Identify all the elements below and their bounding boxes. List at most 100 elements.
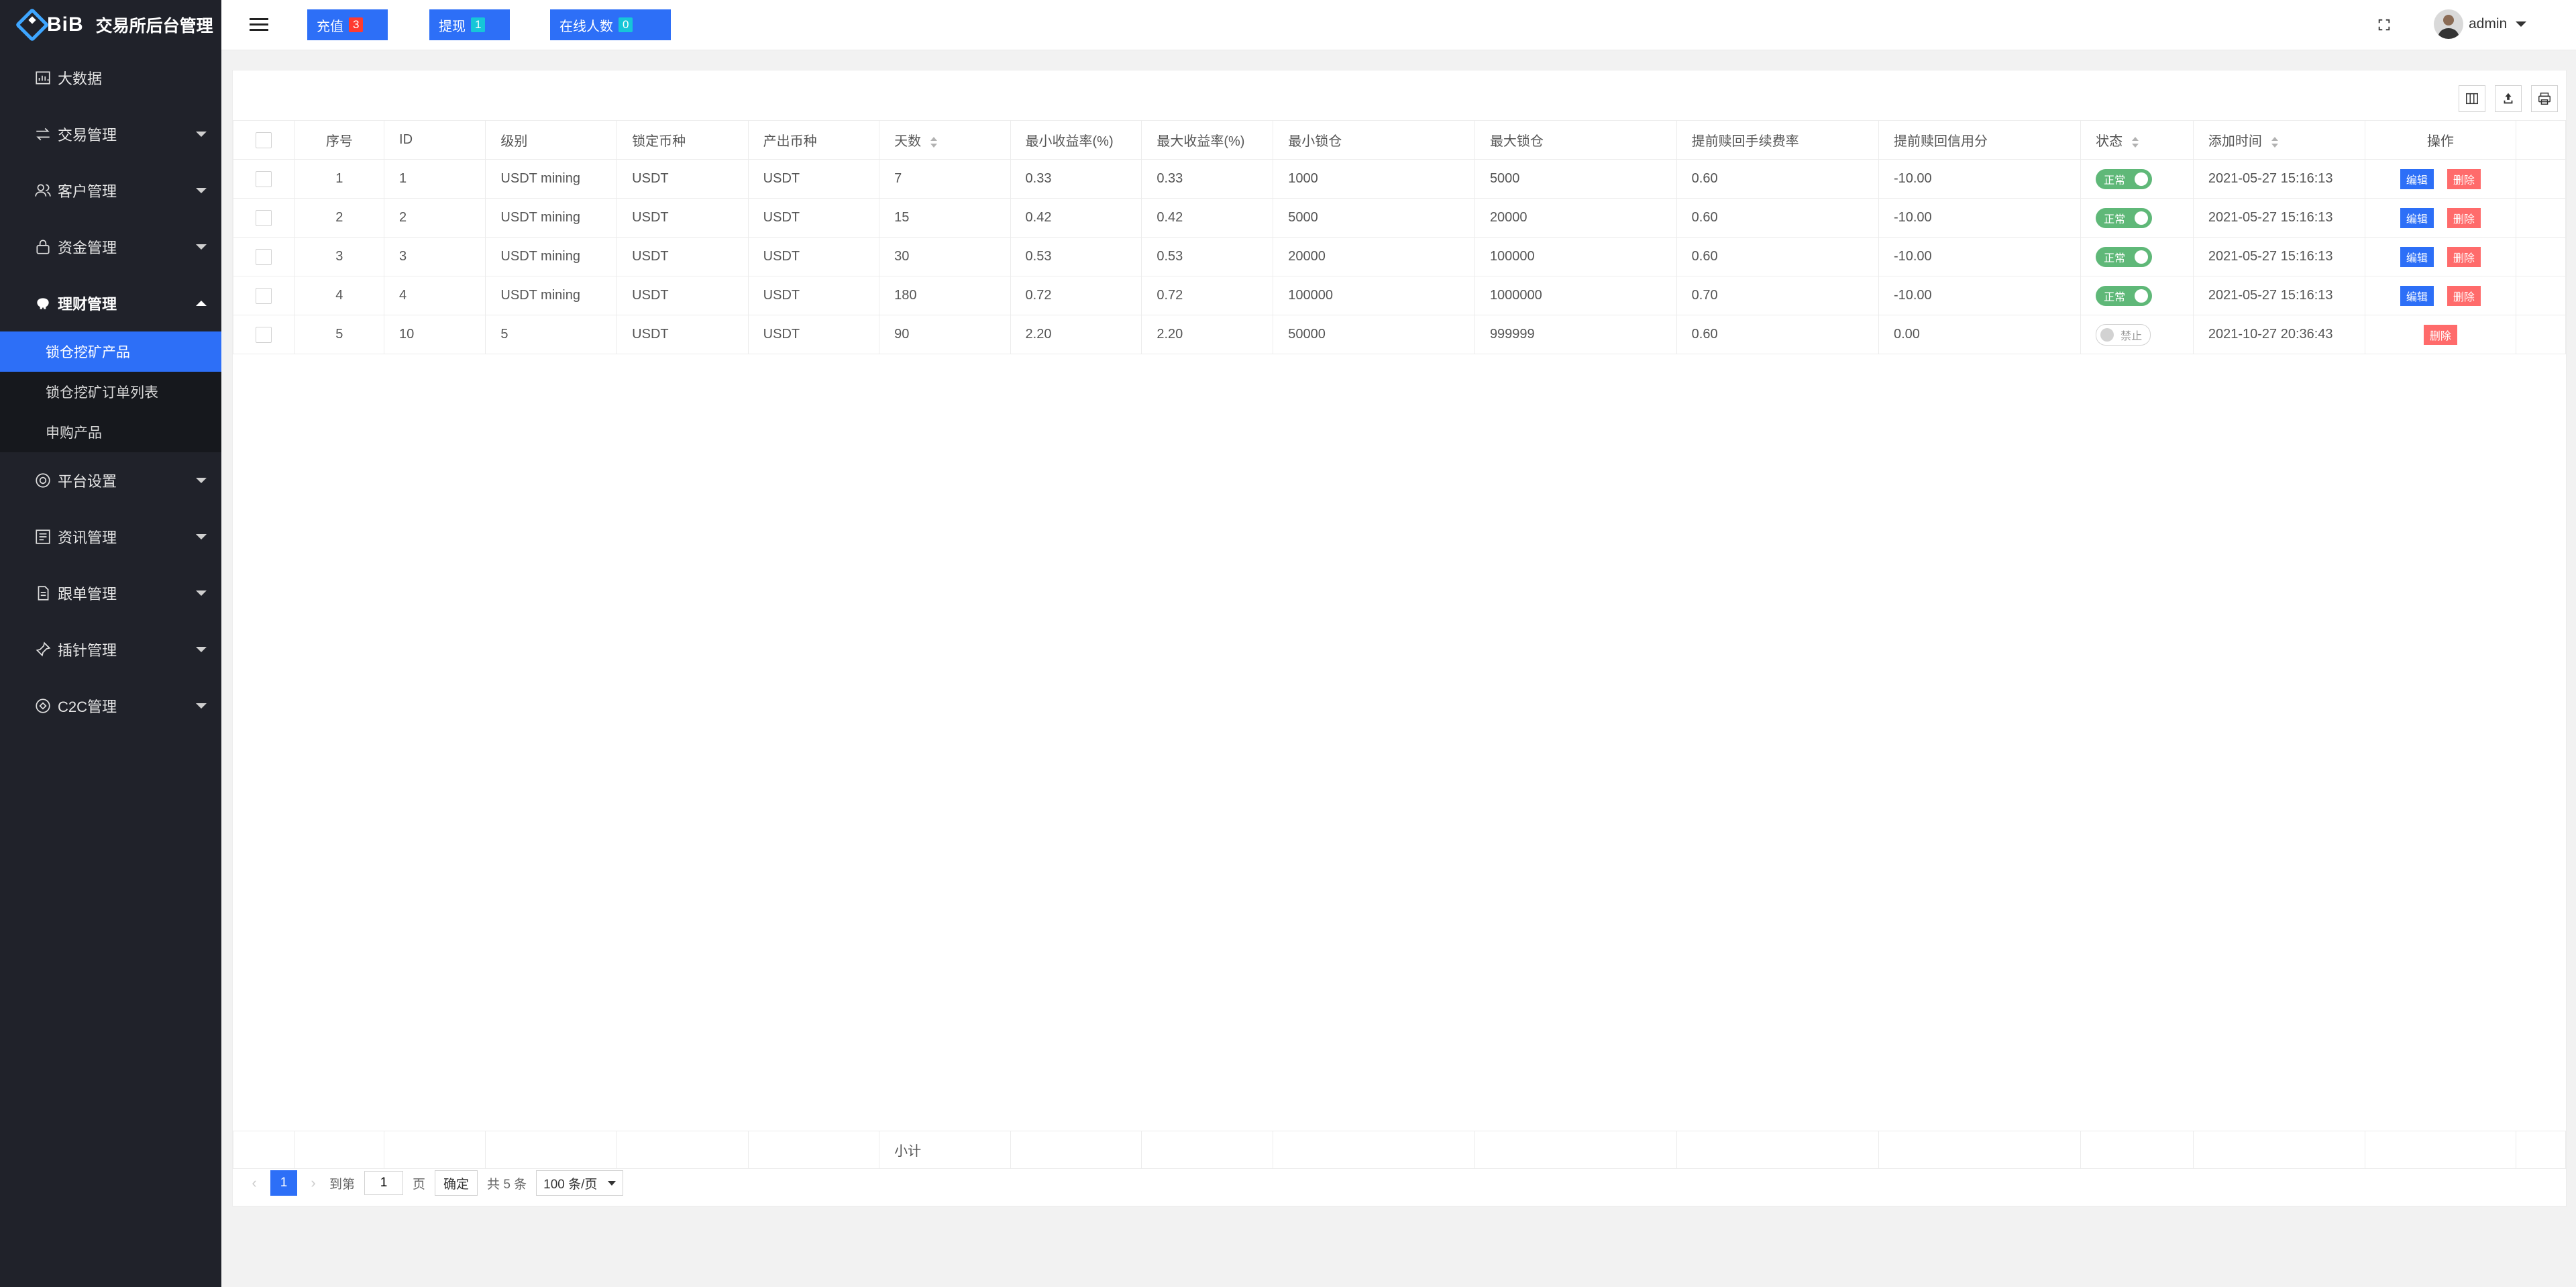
delete-button[interactable]: 删除 — [2423, 324, 2457, 345]
cell-level: USDT mining — [485, 237, 618, 276]
sidebar-subitem-subscription-products[interactable]: 申购产品 — [0, 412, 221, 452]
status-toggle[interactable]: 正常 — [2096, 207, 2153, 228]
cell-min_lock: 1000 — [1273, 159, 1475, 199]
sidebar-item-label: 跟单管理 — [58, 586, 117, 603]
news-icon — [34, 527, 52, 546]
sidebar-item-bigdata[interactable]: 大数据 — [0, 50, 221, 106]
withdraw-button[interactable]: 提现 1 — [429, 9, 510, 40]
prev-page-icon[interactable]: ‹ — [248, 1174, 261, 1192]
goto-confirm-button[interactable]: 确定 — [435, 1170, 478, 1196]
cell-credit: -10.00 — [1878, 237, 2082, 276]
sidebar-subitem-lock-mining-orders[interactable]: 锁仓挖矿订单列表 — [0, 372, 221, 412]
online-users-button[interactable]: 在线人数 0 — [550, 9, 671, 40]
next-page-icon[interactable]: › — [307, 1174, 320, 1192]
cell-min_rate: 0.33 — [1010, 159, 1142, 199]
avatar[interactable] — [2434, 9, 2463, 39]
status-label: 正常 — [2104, 252, 2126, 264]
toggle-knob — [2135, 172, 2149, 186]
status-toggle[interactable]: 禁止 — [2096, 323, 2151, 346]
menu-toggle-icon[interactable] — [250, 15, 268, 34]
column-filter-button[interactable] — [2459, 85, 2485, 112]
cell-max_rate: 2.20 — [1141, 315, 1274, 354]
row-checkbox[interactable] — [256, 170, 272, 187]
col-header-label: 状态 — [2096, 134, 2123, 149]
edit-button[interactable]: 编辑 — [2400, 285, 2434, 306]
delete-button[interactable]: 删除 — [2447, 168, 2481, 189]
select-all-checkbox[interactable] — [256, 132, 272, 148]
chevron-down-icon[interactable] — [2516, 21, 2526, 27]
col-header-days[interactable]: 天数 — [879, 120, 1011, 160]
col-header-time[interactable]: 添加时间 — [2192, 120, 2365, 160]
cell-min_rate: 0.72 — [1010, 276, 1142, 315]
delete-button[interactable]: 删除 — [2447, 207, 2481, 228]
cell-credit: -10.00 — [1878, 198, 2082, 238]
cell-actions: 删除 — [2364, 315, 2517, 354]
col-header: 最大收益率(%) — [1141, 120, 1274, 160]
table-row: 3 3 USDT mining USDT USDT 30 0.53 0.53 20000 1000… — [233, 237, 2566, 276]
print-button[interactable] — [2531, 85, 2558, 112]
status-toggle[interactable]: 正常 — [2096, 246, 2153, 267]
row-select-cell — [233, 315, 295, 354]
cell-status: 正常 — [2080, 198, 2194, 238]
withdraw-count-badge: 1 — [471, 17, 486, 32]
edit-button[interactable]: 编辑 — [2400, 168, 2434, 189]
sidebar-item-pin[interactable]: 插针管理 — [0, 621, 221, 678]
chevron-down-icon — [196, 244, 207, 250]
delete-button[interactable]: 删除 — [2447, 246, 2481, 267]
recharge-button[interactable]: 充值 3 — [307, 9, 388, 40]
edit-button[interactable]: 编辑 — [2400, 246, 2434, 267]
sidebar-item-label: 平台设置 — [58, 473, 117, 490]
goto-page-input[interactable] — [364, 1171, 404, 1195]
row-checkbox[interactable] — [256, 209, 272, 226]
status-label: 禁止 — [2121, 330, 2143, 342]
sort-icon[interactable] — [2271, 136, 2278, 148]
delete-button[interactable]: 删除 — [2447, 285, 2481, 306]
sidebar-item-customer[interactable]: 客户管理 — [0, 162, 221, 219]
c2c-icon — [34, 697, 52, 715]
chevron-down-icon — [608, 1180, 616, 1186]
page-number-current[interactable]: 1 — [270, 1170, 297, 1196]
pin-icon — [34, 640, 52, 659]
cell-actions: 编辑 删除 — [2364, 159, 2517, 199]
status-toggle[interactable]: 正常 — [2096, 285, 2153, 306]
sidebar-item-news[interactable]: 资讯管理 — [0, 509, 221, 565]
sidebar-item-finance[interactable]: 理财管理 — [0, 275, 221, 331]
cell-lock: USDT — [616, 159, 749, 199]
cell-time: 2021-05-27 15:16:13 — [2192, 237, 2365, 276]
toggle-knob — [2135, 250, 2149, 264]
sort-icon[interactable] — [2132, 136, 2139, 148]
sidebar-item-funds[interactable]: 资金管理 — [0, 219, 221, 275]
empty-area-cell — [233, 354, 2566, 1131]
col-header: 提前赎回手续费率 — [1676, 120, 1879, 160]
export-button[interactable] — [2495, 85, 2522, 112]
status-label: 正常 — [2104, 291, 2126, 303]
sidebar-item-copy-trading[interactable]: 跟单管理 — [0, 565, 221, 621]
page-size-value: 100 条/页 — [543, 1177, 598, 1192]
row-checkbox[interactable] — [256, 287, 272, 304]
sidebar-item-platform-settings[interactable]: 平台设置 — [0, 452, 221, 509]
col-header-status[interactable]: 状态 — [2080, 120, 2194, 160]
row-checkbox[interactable] — [256, 326, 272, 343]
row-checkbox[interactable] — [256, 248, 272, 265]
logo-mark: BiB — [15, 7, 84, 42]
cell-actions: 编辑 删除 — [2364, 276, 2517, 315]
cell-days: 180 — [879, 276, 1011, 315]
fullscreen-icon[interactable] — [2377, 17, 2392, 32]
sort-icon[interactable] — [930, 136, 938, 148]
cell-days: 15 — [879, 198, 1011, 238]
cell-seq: 5 — [294, 315, 385, 354]
cell-max_lock: 20000 — [1474, 198, 1677, 238]
status-toggle[interactable]: 正常 — [2096, 168, 2153, 189]
page-size-select[interactable]: 100 条/页 — [536, 1170, 624, 1196]
sidebar-item-c2c[interactable]: C2C管理 — [0, 678, 221, 734]
user-name[interactable]: admin — [2469, 16, 2507, 32]
sidebar-item-trade[interactable]: 交易管理 — [0, 106, 221, 162]
cell-min_rate: 0.42 — [1010, 198, 1142, 238]
cell-max_lock: 999999 — [1474, 315, 1677, 354]
cell-days: 90 — [879, 315, 1011, 354]
sidebar-subitem-lock-mining-products[interactable]: 锁仓挖矿产品 — [0, 331, 221, 372]
app-title: 交易所后台管理 — [95, 17, 213, 36]
withdraw-label: 提现 — [439, 19, 466, 34]
edit-button[interactable]: 编辑 — [2400, 207, 2434, 228]
cell-spacer — [2516, 315, 2566, 354]
